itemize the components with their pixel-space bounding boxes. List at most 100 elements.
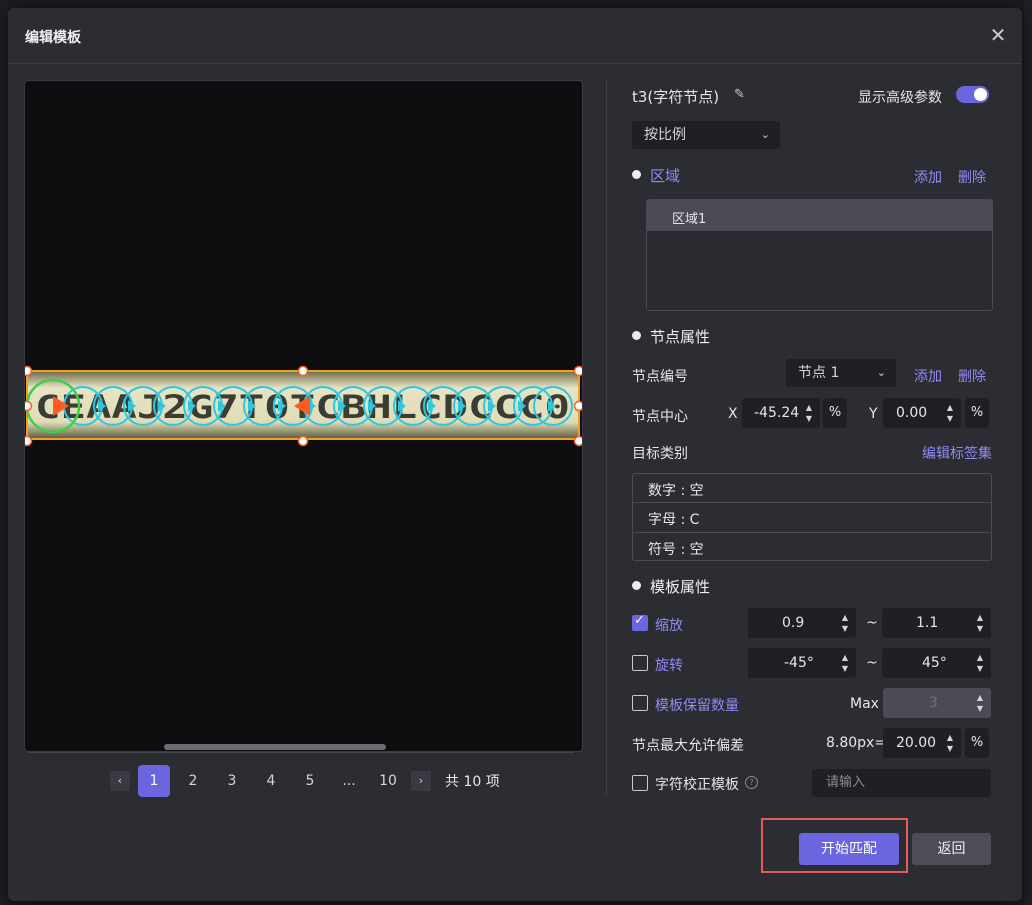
rotate-checkbox[interactable]: [632, 655, 648, 671]
center-y-unit: %: [965, 398, 989, 428]
node-title: t3(字符节点): [632, 88, 720, 106]
target-digit-label: 数字 : 空: [648, 483, 704, 499]
deviation-input[interactable]: 20.00 ▲ ▼: [883, 728, 961, 758]
pagination: ‹ 1 2 3 4 5 ... 10 › 共 10 项: [110, 765, 500, 797]
scale-mode-select[interactable]: 按比例 ⌄: [632, 121, 780, 149]
rotate-max-value: 45°: [922, 655, 947, 671]
deviation-px: 8.80px=: [826, 735, 887, 751]
background-app: [1024, 0, 1032, 905]
handle-bm: [297, 435, 309, 447]
center-y-value: 0.00: [896, 405, 928, 421]
rotate-min-value: -45°: [784, 655, 814, 671]
page-ellipsis[interactable]: ...: [333, 765, 365, 797]
rotate-max-input[interactable]: 45° ▲ ▼: [882, 648, 991, 678]
chevron-down-icon: ⌄: [876, 366, 886, 379]
center-x-value: -45.24: [754, 405, 800, 421]
total-count: 共 10 项: [445, 774, 500, 790]
next-page-icon[interactable]: ›: [411, 771, 431, 791]
page-5[interactable]: 5: [294, 765, 326, 797]
stepper-icon[interactable]: ▲ ▼: [945, 732, 955, 754]
target-symbol[interactable]: 符号 : 空: [633, 533, 991, 562]
keep-count-label: 模板保留数量: [655, 698, 739, 714]
stepper-icon[interactable]: ▲ ▼: [804, 402, 814, 424]
region-title: 区域: [650, 167, 681, 185]
region-delete-link[interactable]: 删除: [958, 167, 986, 187]
dialog-title: 编辑模板: [25, 30, 81, 46]
panel-divider: [606, 80, 607, 796]
scrollbar-thumb[interactable]: [164, 744, 386, 750]
node-props-title: 节点属性: [650, 328, 711, 346]
scale-mode-value: 按比例: [644, 127, 686, 143]
region-add-link[interactable]: 添加: [914, 167, 942, 187]
handle-tm: [297, 365, 309, 377]
rotate-label: 旋转: [655, 658, 683, 674]
range-separator: ~: [866, 655, 878, 671]
target-letter[interactable]: 字母 : C: [633, 503, 991, 532]
scale-label: 缩放: [655, 618, 683, 634]
char-fix-label: 字符校正模板: [655, 777, 739, 793]
scale-max-input[interactable]: 1.1 ▲ ▼: [882, 608, 991, 638]
page-3[interactable]: 3: [216, 765, 248, 797]
scale-max-value: 1.1: [916, 615, 939, 631]
handle-tr: [573, 365, 582, 377]
handle-mr: [573, 400, 582, 412]
node-id-select[interactable]: 节点 1 ⌄: [786, 359, 896, 387]
target-symbol-label: 符号 : 空: [648, 542, 704, 558]
scale-min-value: 0.9: [782, 615, 805, 631]
handle-bl: [25, 435, 33, 447]
stepper-icon[interactable]: ▲ ▼: [975, 692, 985, 714]
node-delete-link[interactable]: 删除: [958, 366, 986, 386]
char-fix-input[interactable]: 请输入: [812, 769, 991, 797]
region-item[interactable]: 区域1: [647, 200, 992, 231]
stepper-icon[interactable]: ▲ ▼: [975, 612, 985, 634]
advanced-params-toggle[interactable]: [956, 86, 989, 103]
keep-count-input[interactable]: 3 ▲ ▼: [883, 688, 991, 718]
title-divider: [8, 63, 1022, 64]
page-4[interactable]: 4: [255, 765, 287, 797]
region-item-label: 区域1: [672, 212, 707, 227]
back-button[interactable]: 返回: [912, 833, 991, 865]
target-category-list: 数字 : 空 字母 : C 符号 : 空: [632, 473, 992, 561]
x-label: X: [728, 406, 738, 422]
region-list: 区域1: [646, 199, 993, 311]
node-props-bullet: [632, 331, 641, 340]
edit-tags-link[interactable]: 编辑标签集: [922, 443, 992, 463]
center-y-input[interactable]: 0.00 ▲ ▼: [883, 398, 961, 428]
center-x-input[interactable]: -45.24 ▲ ▼: [742, 398, 820, 428]
range-separator: ~: [866, 615, 878, 631]
stepper-icon[interactable]: ▲ ▼: [840, 652, 850, 674]
handle-br: [573, 435, 582, 447]
close-icon[interactable]: ✕: [987, 24, 1009, 46]
preview-canvas[interactable]: CEAAJ2G7T0TCBHLCDCCC0: [25, 81, 582, 751]
handle-tl: [25, 365, 33, 377]
target-letter-label: 字母 : C: [648, 512, 700, 528]
keep-count-checkbox[interactable]: [632, 695, 648, 711]
page-2[interactable]: 2: [177, 765, 209, 797]
node-id-label: 节点编号: [632, 369, 688, 385]
help-icon[interactable]: ?: [745, 776, 758, 789]
stepper-icon[interactable]: ▲ ▼: [975, 652, 985, 674]
region-bullet: [632, 170, 641, 179]
chevron-down-icon: ⌄: [760, 128, 770, 141]
scale-checkbox[interactable]: [632, 613, 648, 631]
target-category-label: 目标类别: [632, 446, 688, 462]
deviation-unit: %: [965, 728, 989, 758]
highlight-box: [761, 818, 908, 873]
deviation-label: 节点最大允许偏差: [632, 738, 744, 754]
rotate-min-input[interactable]: -45° ▲ ▼: [748, 648, 856, 678]
template-props-title: 模板属性: [650, 578, 711, 596]
node-id-value: 节点 1: [798, 365, 840, 381]
char-fix-checkbox[interactable]: [632, 775, 648, 791]
template-props-bullet: [632, 581, 641, 590]
center-x-unit: %: [823, 398, 847, 428]
node-add-link[interactable]: 添加: [914, 366, 942, 386]
page-1[interactable]: 1: [138, 765, 170, 797]
template-preview[interactable]: CEAAJ2G7T0TCBHLCDCCC0: [24, 80, 583, 752]
target-digit[interactable]: 数字 : 空: [633, 474, 991, 503]
stepper-icon[interactable]: ▲ ▼: [945, 402, 955, 424]
page-10[interactable]: 10: [372, 765, 404, 797]
stepper-icon[interactable]: ▲ ▼: [840, 612, 850, 634]
prev-page-icon[interactable]: ‹: [110, 771, 130, 791]
pencil-icon[interactable]: ✎: [734, 87, 745, 102]
scale-min-input[interactable]: 0.9 ▲ ▼: [748, 608, 856, 638]
